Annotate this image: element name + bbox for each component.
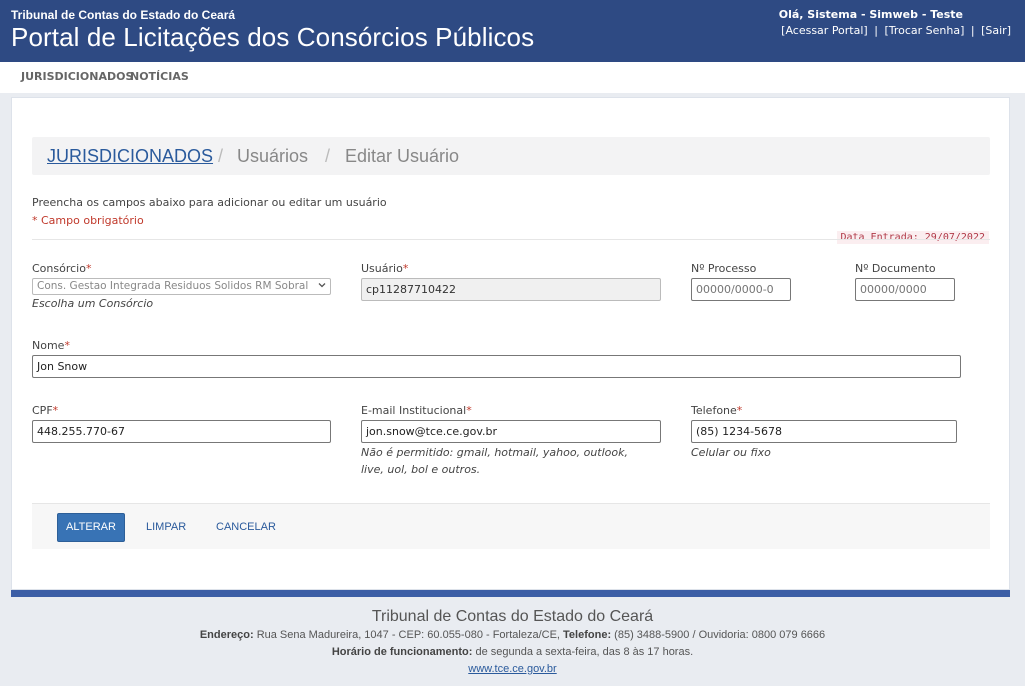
form-actions: ALTERAR LIMPAR CANCELAR xyxy=(32,503,990,549)
cancelar-button[interactable]: CANCELAR xyxy=(216,521,276,533)
email-help-line: live, uol, bol e outros. xyxy=(361,463,481,476)
footer-address-line: Endereço: Rua Sena Madureira, 1047 - CEP… xyxy=(0,629,1025,641)
breadcrumb: JURISDICIONADOS / Usuários / Editar Usuá… xyxy=(32,137,990,175)
footer-address: Rua Sena Madureira, 1047 - CEP: 60.055-0… xyxy=(256,629,560,641)
processo-label: Nº Processo xyxy=(691,262,757,275)
main-content-card: JURISDICIONADOS / Usuários / Editar Usuá… xyxy=(11,97,1010,590)
telefone-input[interactable]: (85) 1234-5678 xyxy=(691,420,957,443)
nav-item-noticias[interactable]: NOTÍCIAS xyxy=(130,70,189,83)
breadcrumb-usuarios: Usuários xyxy=(237,146,309,166)
required-mark: * xyxy=(64,339,70,352)
cpf-label: CPF* xyxy=(32,404,58,417)
usuario-label-text: Usuário xyxy=(361,262,403,275)
email-help: Não é permitido: gmail, hotmail, yahoo, … xyxy=(361,444,628,478)
footer-hours-label: Horário de funcionamento: xyxy=(331,646,473,658)
cpf-label-text: CPF xyxy=(32,404,53,417)
footer-phone: (85) 3488-5900 / Ouvidoria: 0800 079 666… xyxy=(614,629,826,641)
cpf-input[interactable]: 448.255.770-67 xyxy=(32,420,331,443)
consorcio-select[interactable]: Cons. Gestao Integrada Residuos Solidos … xyxy=(32,278,331,295)
sair-link[interactable]: [Sair] xyxy=(981,24,1011,37)
telefone-label-text: Telefone xyxy=(691,404,737,417)
chevron-down-icon xyxy=(318,283,326,288)
form-divider xyxy=(32,239,990,240)
nome-label: Nome* xyxy=(32,339,70,352)
required-mark: * xyxy=(736,404,743,417)
required-mark: * xyxy=(466,404,472,417)
breadcrumb-jurisdicionados[interactable]: JURISDICIONADOS xyxy=(47,146,213,167)
email-help-line: Não é permitido: gmail, hotmail, yahoo, … xyxy=(361,446,628,459)
consorcio-label-text: Consórcio xyxy=(32,262,86,275)
link-separator: | xyxy=(970,24,975,37)
link-separator: | xyxy=(874,24,878,37)
telefone-help: Celular ou fixo xyxy=(691,446,771,459)
site-footer: Tribunal de Contas do Estado do Ceará En… xyxy=(0,597,1025,686)
usuario-field[interactable]: cp11287710422 xyxy=(361,278,661,301)
email-input[interactable]: jon.snow@tce.ce.gov.br xyxy=(361,420,661,443)
limpar-button[interactable]: LIMPAR xyxy=(146,521,186,533)
processo-input[interactable] xyxy=(691,278,791,301)
email-label-text: E-mail Institucional xyxy=(361,404,467,417)
documento-label: Nº Documento xyxy=(855,262,936,275)
email-label: E-mail Institucional* xyxy=(361,404,472,417)
breadcrumb-current: Editar Usuário xyxy=(345,146,460,166)
user-greeting: Olá, Sistema - Simweb - Teste xyxy=(778,8,963,21)
trocar-senha-link[interactable]: [Trocar Senha] xyxy=(884,24,964,37)
footer-accent-bar xyxy=(11,590,1010,597)
nome-input[interactable]: Jon Snow xyxy=(32,355,961,378)
entry-date-badge: Data Entrada: 29/07/2022 xyxy=(836,231,989,244)
footer-hours: de segunda a sexta-feira, das 8 às 17 ho… xyxy=(475,646,694,658)
required-mark: * xyxy=(402,262,409,275)
consorcio-label: Consórcio* xyxy=(32,262,91,275)
breadcrumb-separator: / xyxy=(218,146,224,166)
nome-label-text: Nome xyxy=(32,339,65,352)
footer-title: Tribunal de Contas do Estado do Ceará xyxy=(371,608,654,625)
acessar-portal-link[interactable]: [Acessar Portal] xyxy=(781,24,868,37)
footer-phone-label: Telefone: xyxy=(563,629,612,641)
required-mark: * xyxy=(85,262,92,275)
footer-hours-line: Horário de funcionamento: de segunda a s… xyxy=(0,646,1025,658)
footer-website-line: www.tce.ce.gov.br xyxy=(0,663,1025,675)
form-hint: Preencha os campos abaixo para adicionar… xyxy=(32,196,387,209)
usuario-label: Usuário* xyxy=(361,262,408,275)
documento-input[interactable] xyxy=(855,278,955,301)
alterar-button[interactable]: ALTERAR xyxy=(57,513,125,542)
user-links: [Acessar Portal] | [Trocar Senha] | [Sai… xyxy=(781,24,1011,37)
org-name: Tribunal de Contas do Estado do Ceará xyxy=(11,8,236,22)
site-header: Tribunal de Contas do Estado do Ceará Po… xyxy=(0,0,1025,62)
footer-website-link[interactable]: www.tce.ce.gov.br xyxy=(468,663,556,675)
required-note: * Campo obrigatório xyxy=(32,214,144,227)
telefone-label: Telefone* xyxy=(691,404,742,417)
consorcio-help: Escolha um Consórcio xyxy=(32,297,154,310)
portal-title: Portal de Licitações dos Consórcios Públ… xyxy=(11,22,535,52)
top-navigation: JURISDICIONADOS NOTÍCIAS xyxy=(0,62,1025,93)
required-mark: * xyxy=(52,404,59,417)
nav-item-jurisdicionados[interactable]: JURISDICIONADOS xyxy=(21,70,133,83)
breadcrumb-separator: / xyxy=(325,146,331,166)
footer-address-label: Endereço: xyxy=(199,629,254,641)
consorcio-select-value: Cons. Gestao Integrada Residuos Solidos … xyxy=(37,280,309,292)
